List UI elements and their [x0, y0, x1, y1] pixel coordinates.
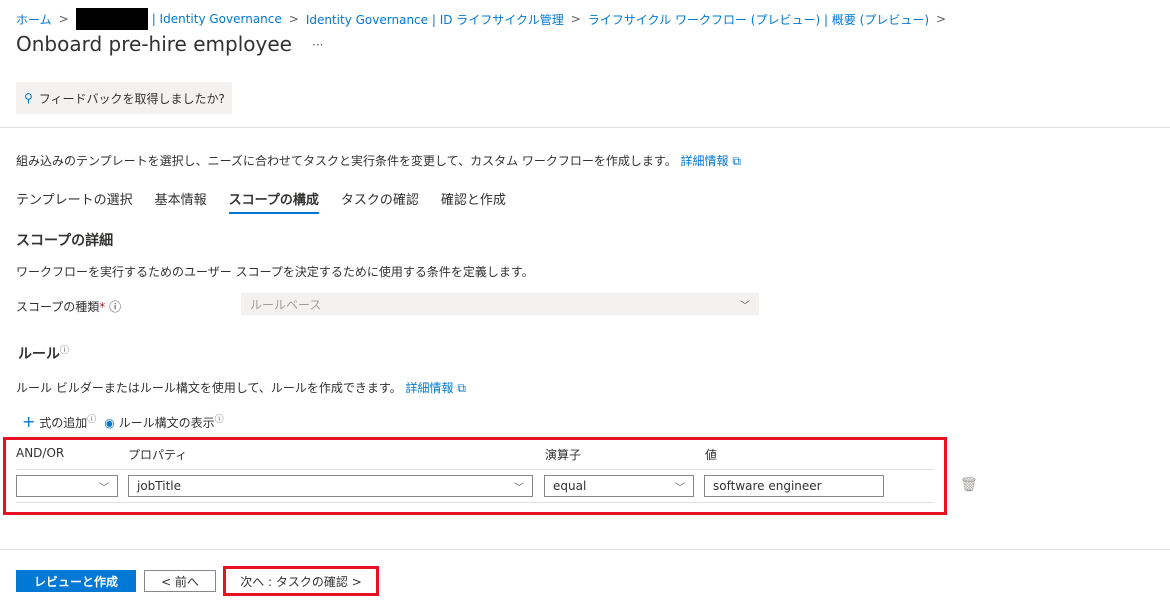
andor-select[interactable]: ﹀: [16, 475, 118, 497]
page-title: Onboard pre-hire employee: [16, 32, 292, 56]
rules-desc: ルール ビルダーまたはルール構文を使用して、ルールを作成できます。 詳細情報 ⧉: [16, 381, 466, 395]
trash-icon[interactable]: 🗑: [960, 477, 978, 493]
feedback-icon: ⚲: [24, 91, 33, 105]
review-create-button[interactable]: レビューと作成: [16, 570, 136, 592]
breadcrumb-identity-governance[interactable]: | Identity Governance: [152, 12, 282, 26]
tab-review[interactable]: 確認と作成: [441, 189, 506, 214]
breadcrumb-lifecycle[interactable]: Identity Governance | ID ライフサイクル管理: [306, 11, 564, 28]
show-syntax-button[interactable]: ◉ ルール構文の表示ⓘ: [104, 412, 223, 431]
scope-heading: スコープの詳細: [16, 233, 114, 249]
info-icon: ⓘ: [60, 346, 70, 356]
rules-learn-more-link[interactable]: 詳細情報: [406, 381, 454, 395]
chevron-down-icon: ﹀: [675, 482, 685, 494]
tab-basics[interactable]: 基本情報: [155, 189, 207, 214]
plus-icon: +: [22, 412, 36, 431]
previous-button[interactable]: < 前へ: [144, 570, 216, 592]
chevron-down-icon: ﹀: [514, 482, 524, 494]
col-operator: 演算子: [545, 448, 582, 462]
value-input[interactable]: software engineer: [704, 475, 884, 497]
learn-more-link[interactable]: 詳細情報: [681, 154, 729, 168]
tab-tasks[interactable]: タスクの確認: [341, 189, 419, 214]
scope-desc: ワークフローを実行するためのユーザー スコープを決定するために使用する条件を定義…: [16, 265, 534, 279]
col-property: プロパティ: [128, 448, 188, 462]
rules-heading: ルールⓘ: [18, 346, 70, 363]
chevron-down-icon: ﹀: [740, 300, 750, 312]
divider: [0, 549, 1170, 550]
breadcrumb-home[interactable]: ホーム: [16, 11, 52, 28]
next-button[interactable]: 次へ : タスクの確認 >: [227, 570, 375, 592]
property-select[interactable]: jobTitle ﹀: [128, 475, 533, 497]
info-icon: ⓘ: [109, 300, 122, 314]
scope-type-select: ルールベース ﹀: [241, 293, 759, 315]
breadcrumb: ホーム > | Identity Governance > Identity Gov…: [16, 8, 949, 30]
redacted-tenant: [75, 8, 148, 30]
col-andor: AND/OR: [16, 446, 65, 460]
operator-select[interactable]: equal ﹀: [544, 475, 694, 497]
wizard-tabs: テンプレートの選択 基本情報 スコープの構成 タスクの確認 確認と作成: [16, 189, 506, 214]
chevron-down-icon: ﹀: [99, 482, 109, 494]
intro-text: 組み込みのテンプレートを選択し、ニーズに合わせてタスクと実行条件を変更して、カス…: [16, 154, 741, 168]
eye-icon: ◉: [104, 416, 115, 430]
divider: [0, 127, 1170, 128]
feedback-button[interactable]: ⚲ フィードバックを取得しましたか?: [16, 82, 232, 114]
breadcrumb-workflows[interactable]: ライフサイクル ワークフロー (プレビュー) | 概要 (プレビュー): [588, 11, 929, 28]
feedback-label: フィードバックを取得しましたか?: [38, 91, 225, 106]
scope-type-label: スコープの種類* ⓘ: [16, 300, 122, 314]
col-value: 値: [705, 448, 718, 462]
tab-scope[interactable]: スコープの構成: [228, 189, 319, 214]
tab-template[interactable]: テンプレートの選択: [16, 189, 133, 214]
divider: [16, 469, 934, 470]
divider: [16, 502, 934, 503]
external-link-icon: ⧉: [457, 381, 466, 395]
more-icon[interactable]: ···: [312, 38, 323, 52]
add-expression-button[interactable]: + 式の追加ⓘ: [22, 412, 96, 431]
rule-toolbar: + 式の追加ⓘ ◉ ルール構文の表示ⓘ: [22, 412, 224, 431]
external-link-icon: ⧉: [732, 154, 741, 168]
